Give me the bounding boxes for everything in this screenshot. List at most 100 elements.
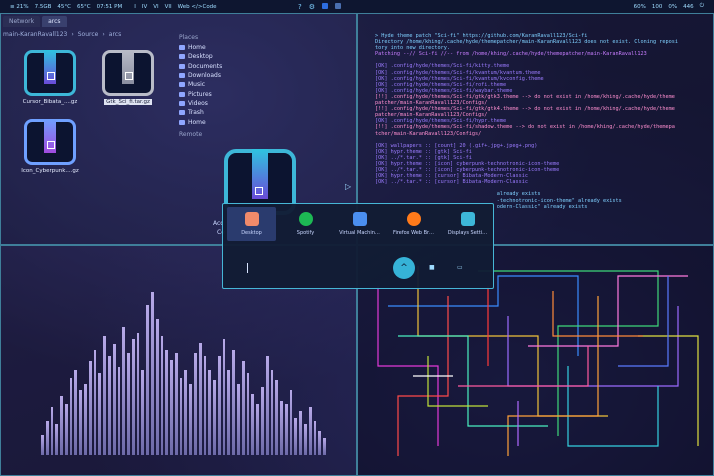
launcher-main-button[interactable]: ^ (393, 257, 415, 279)
visualizer-bar (299, 411, 302, 455)
music-icon (179, 82, 185, 88)
mic-stat[interactable]: 0% (668, 4, 677, 10)
places-sidebar: Places Home Desktop Documents Downloads … (179, 34, 222, 140)
desktop-icon (179, 54, 185, 60)
visualizer-bar (146, 305, 149, 455)
visualizer-bar (64, 404, 68, 455)
visualizer-bar (84, 384, 87, 455)
visualizer-bar (45, 421, 49, 455)
pictures-icon (179, 91, 185, 97)
workspace-4[interactable]: IV (142, 4, 147, 10)
workspace-6[interactable]: VI (153, 4, 158, 10)
app-spotify[interactable]: Spotify (281, 207, 330, 241)
firefox-icon (406, 212, 421, 226)
launcher-dock: ^ ■ ▭ (223, 255, 493, 283)
visualizer-bar (41, 435, 44, 455)
visualizer-bar (88, 361, 92, 455)
visualizer-bar (55, 424, 59, 455)
breadcrumb-separator: › (102, 31, 105, 38)
visualizer-bar (136, 333, 140, 455)
places-item-videos[interactable]: Videos (179, 99, 222, 108)
play-icon[interactable]: ▷ (345, 182, 351, 191)
power-icon[interactable]: ⏻ (700, 3, 704, 10)
visualizer-bar (246, 373, 250, 455)
places-item-home[interactable]: Home (179, 43, 222, 52)
workspace-icon[interactable] (335, 2, 341, 9)
video-icon (179, 100, 185, 106)
tab-arcs[interactable]: arcs (42, 16, 67, 27)
places-item-trash[interactable]: Trash (179, 108, 222, 117)
visualizer-bar (256, 404, 259, 455)
volume-stat[interactable]: 100 (652, 4, 663, 10)
app-desktop[interactable]: Desktop (227, 207, 276, 241)
app-launcher: Desktop Spotify Virtual Machin… Firefox … (222, 203, 494, 289)
breadcrumb-item[interactable]: main-KaranRavall123 (3, 31, 67, 38)
app-displays-settings[interactable]: Displays Setti… (443, 207, 492, 241)
top-bar: ≡ 21% 7.5GB 45°C 65°C 07:51 PM I IV VI V… (0, 0, 714, 13)
tab-bar: Network arcs (3, 16, 67, 27)
folder-icon (179, 63, 185, 69)
clock[interactable]: 07:51 PM (97, 4, 123, 10)
visualizer-bar (189, 384, 192, 455)
visualizer-bar (50, 407, 54, 455)
places-item-documents[interactable]: Documents (179, 62, 222, 71)
tab-network[interactable]: Network (3, 16, 41, 27)
active-window-title: Web </>Code (177, 3, 217, 10)
places-item-pictures[interactable]: Pictures (179, 89, 222, 98)
settings-icon[interactable]: ⚙ (309, 3, 315, 11)
places-item-desktop[interactable]: Desktop (179, 52, 222, 61)
visualizer-bar (280, 401, 283, 455)
help-icon[interactable]: ? (298, 3, 302, 11)
remote-heading: Remote (179, 130, 203, 138)
visualizer-bar (303, 424, 307, 455)
visualizer-bar (127, 353, 130, 455)
visualizer-bar (165, 350, 169, 455)
file-name: Gtk_Sci_fi.tar.gz (104, 99, 152, 105)
visualizer-bar (117, 367, 121, 455)
visualizer-bar (232, 350, 236, 455)
workspace-7[interactable]: VII (165, 4, 172, 10)
trash-icon (179, 110, 185, 116)
network-stat[interactable]: 446 (683, 4, 694, 10)
visualizer-bar (318, 431, 322, 455)
visualizer-bar (213, 380, 216, 455)
visualizer-bar (122, 327, 126, 455)
visualizer-bar (265, 356, 269, 455)
visualizer-bar (227, 370, 231, 455)
gpu-temp-stat[interactable]: 65°C (77, 4, 91, 10)
visualizer-bar (289, 390, 293, 455)
places-heading: Places (179, 34, 199, 41)
breadcrumb: main-KaranRavall123 › Source › arcs (3, 31, 121, 38)
center-icons: ? ⚙ (298, 2, 341, 11)
breadcrumb-item[interactable]: arcs (109, 31, 121, 38)
visualizer-bar (74, 370, 78, 455)
places-item-home-2[interactable]: Home (179, 117, 222, 126)
app-firefox[interactable]: Firefox Web Br… (389, 207, 438, 241)
cpu-stat[interactable]: ≡ 21% (10, 4, 29, 10)
download-icon (179, 73, 185, 79)
places-item-music[interactable]: Music (179, 80, 222, 89)
visualizer-bar (79, 390, 83, 455)
workspace-1[interactable]: I (134, 4, 136, 10)
memory-stat[interactable]: 7.5GB (35, 4, 52, 10)
breadcrumb-item[interactable]: Source (78, 31, 99, 38)
visualizer-bar (217, 356, 221, 455)
visualizer-bar (160, 336, 164, 455)
folder-icon[interactable]: ■ (429, 264, 435, 271)
file-item-selected[interactable]: Gtk_Sci_fi.tar.gz (92, 50, 164, 105)
file-item[interactable]: Cursor_Bibata_....gz (14, 50, 86, 105)
archive-icon (102, 50, 154, 96)
visualizer-bar (270, 370, 274, 455)
visualizer-bar (60, 396, 63, 455)
active-workspace-icon[interactable] (322, 2, 328, 9)
file-item[interactable]: Icon_Cyberpunk....gz (14, 119, 86, 174)
file-name: Cursor_Bibata_....gz (22, 99, 78, 105)
app-virtual-machine[interactable]: Virtual Machin… (335, 207, 384, 241)
visualizer-bar (69, 378, 73, 455)
window-icon[interactable]: ▭ (457, 264, 463, 271)
places-item-downloads[interactable]: Downloads (179, 71, 222, 80)
cpu-temp-stat[interactable]: 45°C (57, 4, 71, 10)
battery-stat[interactable]: 60% (634, 4, 646, 10)
visualizer-bar (294, 418, 298, 455)
app-list: Desktop Spotify Virtual Machin… Firefox … (227, 207, 492, 241)
